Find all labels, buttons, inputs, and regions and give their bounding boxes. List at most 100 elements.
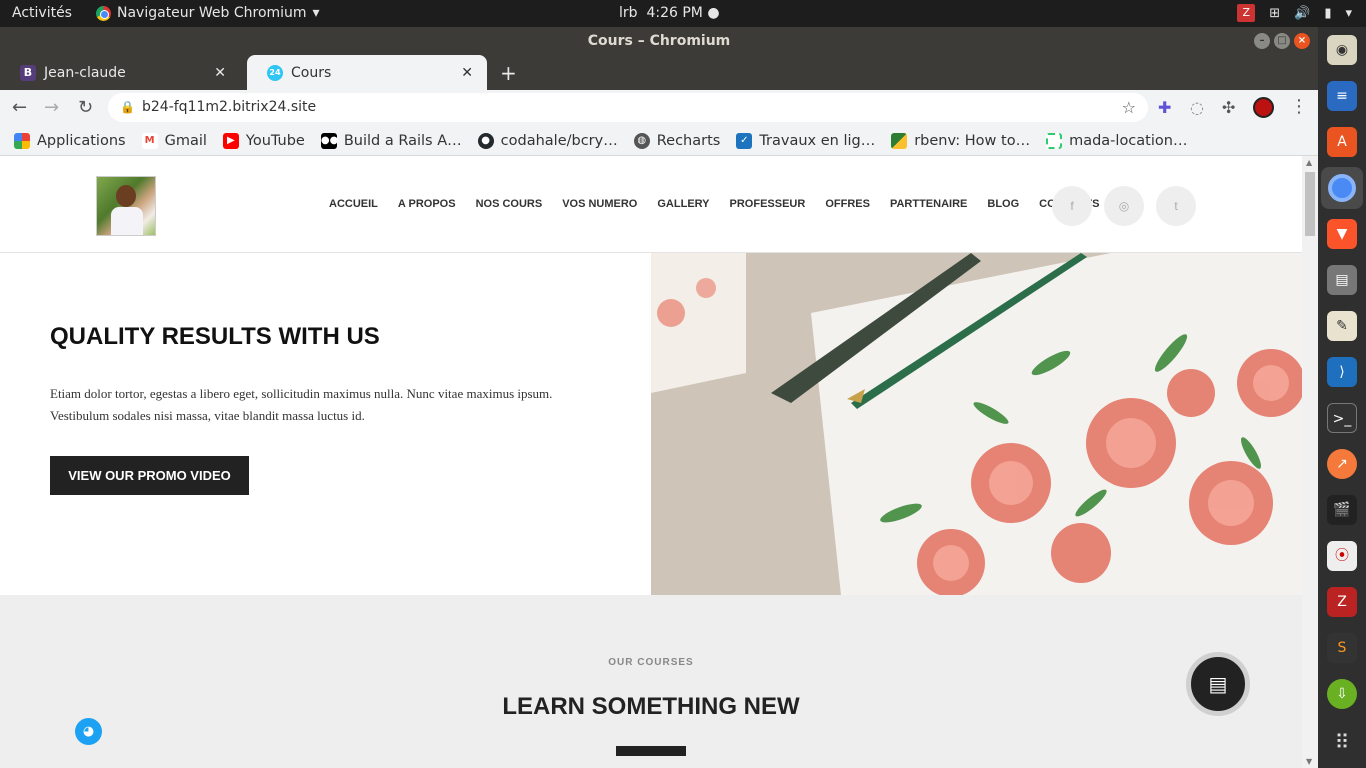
network-icon[interactable]: ⊞ (1269, 6, 1280, 21)
hero-text: Etiam dolor tortor, egestas a libero ege… (50, 386, 553, 423)
nav-accueil[interactable]: ACCUEIL (329, 198, 378, 210)
update-icon[interactable]: ⇩ (1327, 679, 1357, 709)
bookmark-label: Travaux en lig… (759, 132, 876, 149)
forward-icon[interactable]: → (44, 97, 59, 118)
new-tab-button[interactable]: + (500, 61, 517, 85)
apps-grid-icon (14, 132, 30, 149)
postman-icon[interactable]: ↗ (1327, 449, 1357, 479)
cookie-settings-icon[interactable]: ◕ (75, 718, 102, 745)
reload-icon[interactable]: ↻ (78, 97, 93, 118)
tab-cours[interactable]: 24 Cours ✕ (247, 55, 487, 90)
chat-widget-button[interactable]: ▤ (1186, 652, 1250, 716)
text-document-icon[interactable]: ≡ (1327, 81, 1357, 111)
chat-icon: ▤ (1208, 672, 1228, 696)
maximize-button[interactable]: □ (1274, 33, 1290, 49)
bookmark-recharts[interactable]: ◍ Recharts (633, 132, 720, 149)
bookmark-label: codahale/bcry… (500, 132, 618, 149)
address-bar[interactable]: 🔒 b24-fq11m2.bitrix24.site ☆ (108, 93, 1148, 122)
terminal-icon[interactable]: >_ (1327, 403, 1357, 433)
clock[interactable]: lrb 4:26 PM ● (619, 5, 720, 21)
nav-vos-numero[interactable]: VOS NUMERO (562, 198, 637, 210)
bookmark-applications[interactable]: Applications (14, 132, 126, 149)
bookmark-mada-location[interactable]: mada-location… (1046, 132, 1187, 149)
window-title-bar: Cours – Chromium – □ × (0, 27, 1318, 55)
bootstrap-favicon-icon: B (20, 64, 36, 81)
profile-avatar[interactable] (1253, 97, 1274, 118)
page-scrollbar[interactable]: ▲ ▼ (1302, 156, 1318, 768)
battery-icon[interactable]: ▮ (1324, 6, 1331, 21)
scroll-down-icon[interactable]: ▼ (1306, 757, 1312, 766)
bookmark-label: Build a Rails A… (343, 132, 462, 149)
tab-jean-claude[interactable]: B Jean-claude ✕ (0, 55, 240, 90)
ubuntu-dock: ◉ ≡ A ▼ ▤ ✎ ⟩ >_ ↗ 🎬 ⦿ Z S ⇩ ⠿ (1318, 27, 1366, 768)
filezilla-icon[interactable]: Z (1327, 587, 1357, 617)
volume-icon[interactable]: 🔊 (1294, 6, 1310, 21)
bookmark-star-icon[interactable]: ☆ (1122, 93, 1136, 122)
close-tab-icon[interactable]: ✕ (214, 65, 226, 81)
files-icon[interactable]: ▤ (1327, 265, 1357, 295)
nav-nos-cours[interactable]: NOS COURS (476, 198, 543, 210)
extension-puzzle-colored-icon[interactable]: ✚ (1158, 98, 1171, 117)
chevron-down-icon[interactable]: ▾ (1345, 6, 1352, 21)
courses-title: LEARN SOMETHING NEW (502, 693, 800, 720)
filezilla-tray-icon[interactable]: Z (1237, 4, 1256, 22)
bookmark-label: Gmail (164, 132, 207, 149)
back-icon[interactable]: ← (12, 97, 27, 118)
brave-icon[interactable]: ▼ (1327, 219, 1357, 249)
bitrix24-favicon-icon: 24 (267, 64, 283, 81)
nav-gallery[interactable]: GALLERY (657, 198, 709, 210)
site-logo[interactable] (96, 176, 156, 236)
twitter-icon[interactable]: t (1156, 186, 1196, 226)
time-label: 4:26 PM (646, 5, 703, 21)
extensions-icon[interactable]: ✣ (1222, 98, 1235, 117)
instagram-icon[interactable]: ◎ (1104, 186, 1144, 226)
bookmark-label: Applications (37, 132, 126, 149)
bookmark-bcrypt[interactable]: ● codahale/bcry… (477, 132, 618, 149)
bookmark-gmail[interactable]: M Gmail (141, 132, 207, 149)
close-window-button[interactable]: × (1294, 33, 1310, 49)
disk-icon[interactable]: ◉ (1327, 35, 1357, 65)
show-apps-icon[interactable]: ⠿ (1327, 727, 1357, 757)
courses-section: OUR COURSES LEARN SOMETHING NEW (0, 595, 1302, 768)
scroll-up-icon[interactable]: ▲ (1306, 158, 1312, 167)
nav-partenaire[interactable]: PARTTENAIRE (890, 198, 967, 210)
site-header: ACCUEIL A PROPOS NOS COURS VOS NUMERO GA… (0, 156, 1302, 253)
bookmark-build-rails[interactable]: ●● Build a Rails A… (320, 132, 462, 149)
rbenv-icon (891, 132, 908, 149)
window-title: Cours – Chromium (587, 33, 731, 49)
web-page: ACCUEIL A PROPOS NOS COURS VOS NUMERO GA… (0, 156, 1302, 768)
tab-label: Cours (291, 64, 332, 81)
close-tab-icon[interactable]: ✕ (461, 65, 473, 81)
activities-button[interactable]: Activités (12, 5, 72, 21)
chromium-dock-icon[interactable] (1321, 167, 1363, 209)
bookmark-youtube[interactable]: ▶ YouTube (222, 132, 305, 149)
nav-professeur[interactable]: PROFESSEUR (730, 198, 806, 210)
software-store-icon[interactable]: A (1327, 127, 1357, 157)
medium-icon: ●● (320, 132, 338, 149)
nav-offres[interactable]: OFFRES (825, 198, 870, 210)
lock-icon[interactable]: 🔒 (120, 93, 135, 122)
promo-video-button[interactable]: VIEW OUR PROMO VIDEO (50, 456, 249, 495)
text-editor-icon[interactable]: ✎ (1327, 311, 1357, 341)
bookmarks-bar: Applications M Gmail ▶ YouTube ●● Build … (0, 126, 1318, 156)
chevron-down-icon: ▾ (312, 5, 320, 21)
extension-timer-icon[interactable]: ◌ (1190, 98, 1204, 117)
chromium-icon (96, 5, 111, 21)
sublime-text-icon[interactable]: S (1327, 633, 1357, 663)
main-navigation: ACCUEIL A PROPOS NOS COURS VOS NUMERO GA… (329, 198, 1099, 210)
minimize-button[interactable]: – (1254, 33, 1270, 49)
nav-blog[interactable]: BLOG (987, 198, 1019, 210)
app-menu[interactable]: Navigateur Web Chromium ▾ (96, 5, 320, 21)
video-editor-icon[interactable]: 🎬 (1327, 495, 1357, 525)
bookmark-travaux[interactable]: ✓ Travaux en lig… (736, 132, 876, 149)
vscode-icon[interactable]: ⟩ (1327, 357, 1357, 387)
github-icon: ● (477, 132, 494, 149)
system-tray[interactable]: Z ⊞ 🔊 ▮ ▾ (1237, 4, 1352, 22)
more-menu-icon[interactable]: ⋮ (1290, 96, 1308, 117)
nav-a-propos[interactable]: A PROPOS (398, 198, 456, 210)
bookmark-label: YouTube (245, 132, 305, 149)
pdf-reader-icon[interactable]: ⦿ (1327, 541, 1357, 571)
facebook-icon[interactable]: f (1052, 186, 1092, 226)
bookmark-rbenv[interactable]: rbenv: How to… (891, 132, 1030, 149)
scroll-thumb[interactable] (1305, 172, 1315, 236)
